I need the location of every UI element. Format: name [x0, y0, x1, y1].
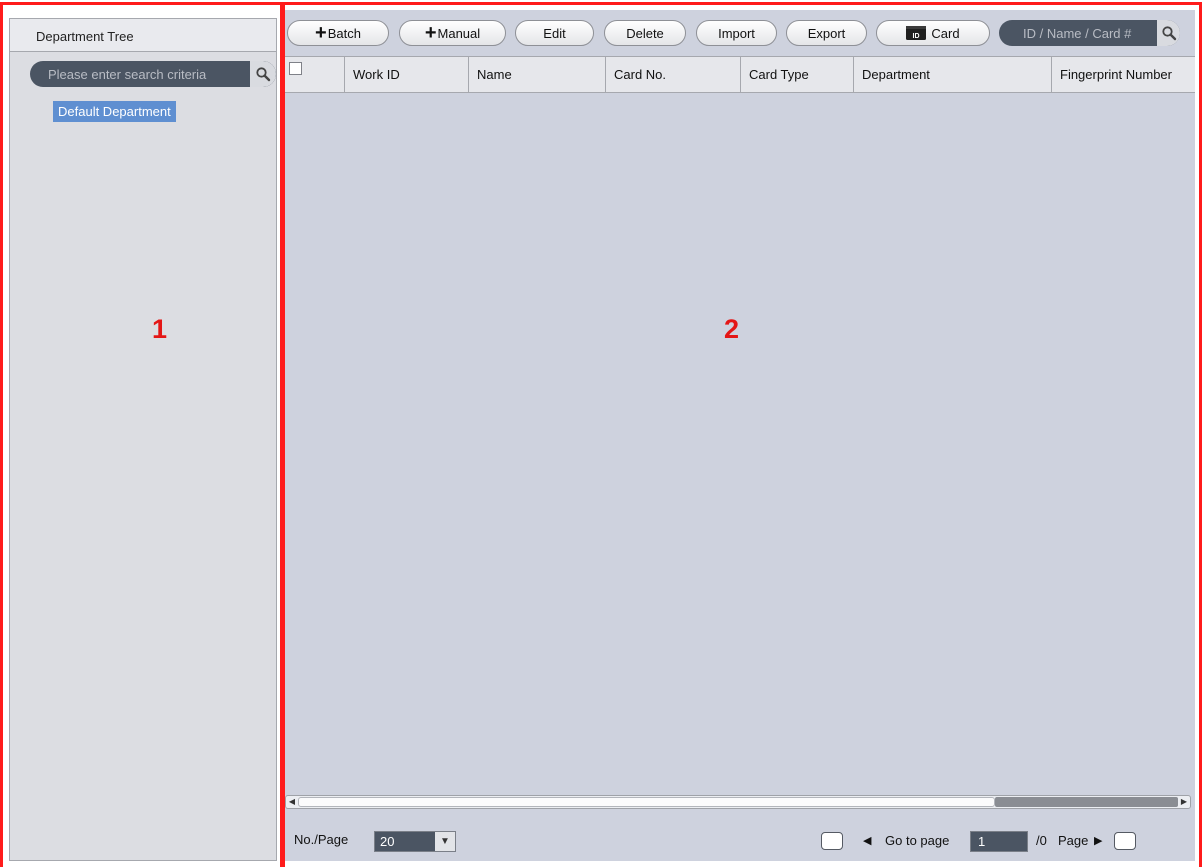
first-page-button[interactable]: [821, 832, 843, 850]
per-page-label: No./Page: [294, 832, 349, 847]
id-card-icon: ID: [906, 26, 927, 40]
per-page-select[interactable]: 20 ▼: [374, 831, 456, 852]
per-page-value: 20: [380, 834, 395, 849]
search-icon: [256, 67, 271, 82]
table-header: Work ID Name Card No. Card Type Departme…: [283, 56, 1195, 93]
scroll-left-icon[interactable]: ◀: [286, 796, 298, 808]
column-header-name[interactable]: Name: [469, 57, 606, 92]
scrollbar-remaining: [995, 797, 1178, 807]
search-icon: [1161, 26, 1176, 41]
import-button[interactable]: Import: [696, 20, 777, 46]
pagination-bar: No./Page 20 ▼ ◀ Go to page /0 Page ▶: [283, 820, 1195, 861]
horizontal-scrollbar[interactable]: ◀ ▶: [285, 795, 1191, 809]
personnel-list-panel: + Batch + Manual Edit Delete Import Export…: [283, 10, 1195, 861]
scrollbar-track[interactable]: [298, 796, 1178, 808]
department-search: [30, 61, 276, 87]
last-page-button[interactable]: [1114, 832, 1136, 850]
card-button[interactable]: ID Card: [876, 20, 990, 46]
column-header-card-no[interactable]: Card No.: [606, 57, 741, 92]
table-body: [283, 93, 1195, 793]
column-header-department[interactable]: Department: [854, 57, 1052, 92]
department-tree-title: Department Tree: [10, 19, 276, 52]
edit-button[interactable]: Edit: [515, 20, 594, 46]
plus-icon: +: [424, 22, 437, 44]
batch-add-button[interactable]: + Batch: [287, 20, 389, 46]
column-header-card-type[interactable]: Card Type: [741, 57, 854, 92]
annotation-label-1: 1: [152, 314, 168, 344]
batch-add-label: Batch: [327, 25, 361, 41]
export-label: Export: [807, 25, 846, 41]
id-card-icon-text: ID: [913, 33, 920, 40]
scrollbar-thumb[interactable]: [298, 797, 995, 807]
select-all-checkbox[interactable]: [289, 62, 302, 75]
person-search-input[interactable]: [999, 20, 1157, 46]
next-page-icon[interactable]: ▶: [1094, 832, 1102, 850]
department-search-input[interactable]: [30, 61, 252, 87]
manual-add-button[interactable]: + Manual: [399, 20, 506, 46]
plus-icon: +: [315, 22, 327, 44]
goto-page-label: Go to page: [885, 833, 950, 848]
manual-add-label: Manual: [437, 25, 481, 41]
select-all-cell: [283, 57, 345, 92]
department-tree-panel: Department Tree Default Department: [9, 18, 277, 861]
page-label: Page: [1058, 833, 1089, 848]
person-search-button[interactable]: [1157, 20, 1180, 46]
chevron-down-icon[interactable]: ▼: [435, 832, 455, 851]
tree-node-default-department[interactable]: Default Department: [53, 101, 176, 122]
column-header-work-id[interactable]: Work ID: [345, 57, 469, 92]
annotation-label-2: 2: [724, 314, 740, 344]
delete-label: Delete: [626, 25, 664, 41]
card-label: Card: [931, 25, 960, 41]
scroll-right-icon[interactable]: ▶: [1178, 796, 1190, 808]
export-button[interactable]: Export: [786, 20, 867, 46]
department-search-button[interactable]: [250, 61, 276, 87]
goto-page-input[interactable]: [970, 831, 1028, 852]
previous-page-icon[interactable]: ◀: [863, 832, 871, 850]
delete-button[interactable]: Delete: [604, 20, 686, 46]
toolbar: + Batch + Manual Edit Delete Import Export…: [283, 10, 1195, 56]
person-search: [999, 20, 1180, 46]
edit-label: Edit: [543, 25, 566, 41]
total-pages: /0: [1036, 833, 1047, 848]
import-label: Import: [718, 25, 755, 41]
column-header-fingerprint-number[interactable]: Fingerprint Number: [1052, 57, 1195, 92]
